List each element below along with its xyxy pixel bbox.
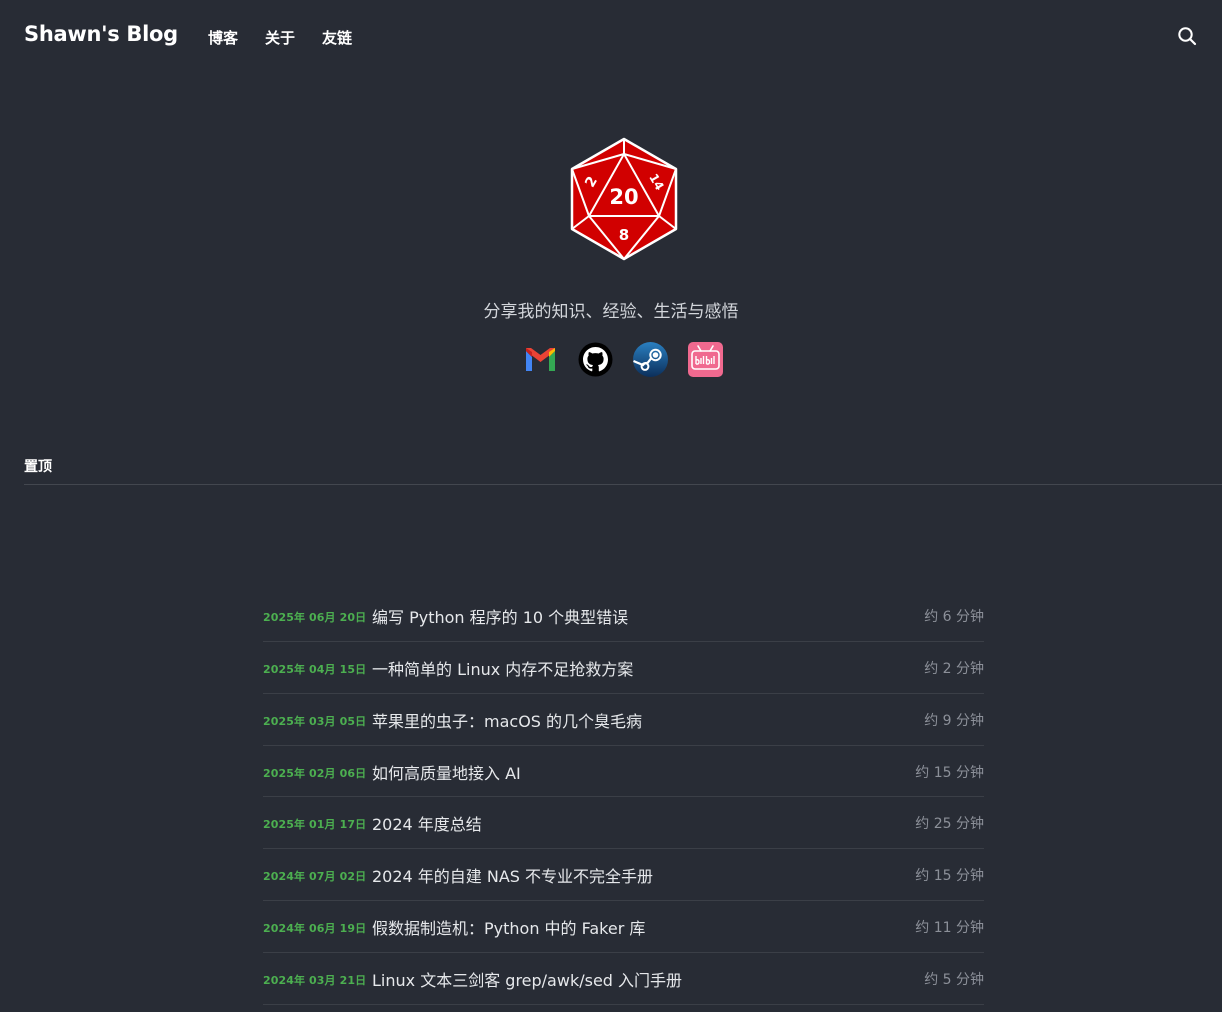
steam-icon — [633, 342, 668, 377]
post-item[interactable]: 2024年 07月 02日 2024 年的自建 NAS 不专业不完全手册 约 1… — [263, 849, 984, 902]
gmail-icon — [526, 348, 555, 371]
post-item[interactable]: 2025年 04月 15日 一种简单的 Linux 内存不足抢救方案 约 2 分… — [263, 642, 984, 694]
site-tagline: 分享我的知识、经验、生活与感悟 — [483, 302, 739, 322]
steam-link[interactable] — [632, 341, 669, 378]
site-title[interactable]: Shawn's Blog — [24, 22, 178, 46]
post-read-time: 约 25 分钟 — [915, 816, 984, 833]
search-button[interactable] — [1176, 25, 1198, 47]
pinned-heading: 置顶 — [24, 459, 52, 475]
post-item[interactable]: 2025年 03月 05日 苹果里的虫子：macOS 的几个臭毛病 约 9 分钟 — [263, 694, 984, 746]
post-date: 2024年 07月 02日 — [263, 870, 367, 884]
post-title-link[interactable]: 如何高质量地接入 AI — [372, 760, 521, 784]
nav-item-blog[interactable]: 博客 — [208, 27, 238, 48]
post-date: 2024年 03月 21日 — [263, 973, 367, 987]
bilibili-icon — [688, 342, 723, 377]
post-item[interactable]: 2025年 06月 20日 编写 Python 程序的 10 个典型错误 约 6… — [263, 590, 984, 642]
post-read-time: 约 6 分钟 — [924, 609, 984, 625]
post-list: 2025年 06月 20日 编写 Python 程序的 10 个典型错误 约 6… — [263, 590, 984, 1005]
post-title-link[interactable]: 编写 Python 程序的 10 个典型错误 — [372, 604, 628, 628]
post-item[interactable]: 2025年 01月 17日 2024 年度总结 约 25 分钟 — [263, 797, 984, 850]
post-read-time: 约 5 分钟 — [924, 971, 984, 988]
post-read-time: 约 15 分钟 — [915, 764, 984, 781]
post-date: 2025年 03月 05日 — [263, 714, 367, 728]
bilibili-link[interactable] — [687, 341, 724, 378]
post-title-link[interactable]: 苹果里的虫子：macOS 的几个臭毛病 — [372, 708, 642, 732]
post-title-link[interactable]: 假数据制造机：Python 中的 Faker 库 — [372, 915, 645, 939]
search-icon — [1178, 27, 1197, 46]
post-title-link[interactable]: Linux 文本三剑客 grep/awk/sed 入门手册 — [372, 967, 682, 991]
post-read-time: 约 11 分钟 — [915, 920, 984, 937]
post-title-link[interactable]: 2024 年的自建 NAS 不专业不完全手册 — [372, 863, 653, 887]
section-divider — [24, 484, 1222, 485]
post-item[interactable]: 2024年 06月 19日 假数据制造机：Python 中的 Faker 库 约… — [263, 901, 984, 953]
social-links — [522, 341, 724, 379]
site-logo: 20 2 14 8 — [568, 136, 680, 262]
nav-item-friends[interactable]: 友链 — [322, 27, 352, 48]
post-read-time: 约 15 分钟 — [915, 868, 984, 885]
post-read-time: 约 2 分钟 — [924, 660, 984, 677]
post-item[interactable]: 2025年 02月 06日 如何高质量地接入 AI 约 15 分钟 — [263, 746, 984, 798]
gmail-link[interactable] — [522, 341, 559, 378]
post-date: 2025年 01月 17日 — [263, 818, 367, 832]
github-icon — [578, 342, 613, 377]
dice-number-20: 20 — [609, 185, 638, 209]
post-item[interactable]: 2024年 03月 21日 Linux 文本三剑客 grep/awk/sed 入… — [263, 953, 984, 1005]
post-title-link[interactable]: 一种简单的 Linux 内存不足抢救方案 — [372, 656, 633, 680]
main-nav: 博客 关于 友链 — [208, 27, 379, 48]
nav-item-about[interactable]: 关于 — [265, 27, 295, 48]
github-link[interactable] — [577, 341, 614, 378]
post-title-link[interactable]: 2024 年度总结 — [372, 811, 482, 835]
post-date: 2024年 06月 19日 — [263, 922, 367, 936]
d20-dice-icon: 20 2 14 8 — [570, 137, 678, 261]
dice-number-8: 8 — [619, 226, 629, 244]
post-read-time: 约 9 分钟 — [924, 712, 984, 729]
site-header: Shawn's Blog 博客 关于 友链 — [0, 0, 1222, 74]
post-date: 2025年 04月 15日 — [263, 662, 367, 676]
post-date: 2025年 02月 06日 — [263, 766, 367, 780]
post-date: 2025年 06月 20日 — [263, 611, 367, 624]
